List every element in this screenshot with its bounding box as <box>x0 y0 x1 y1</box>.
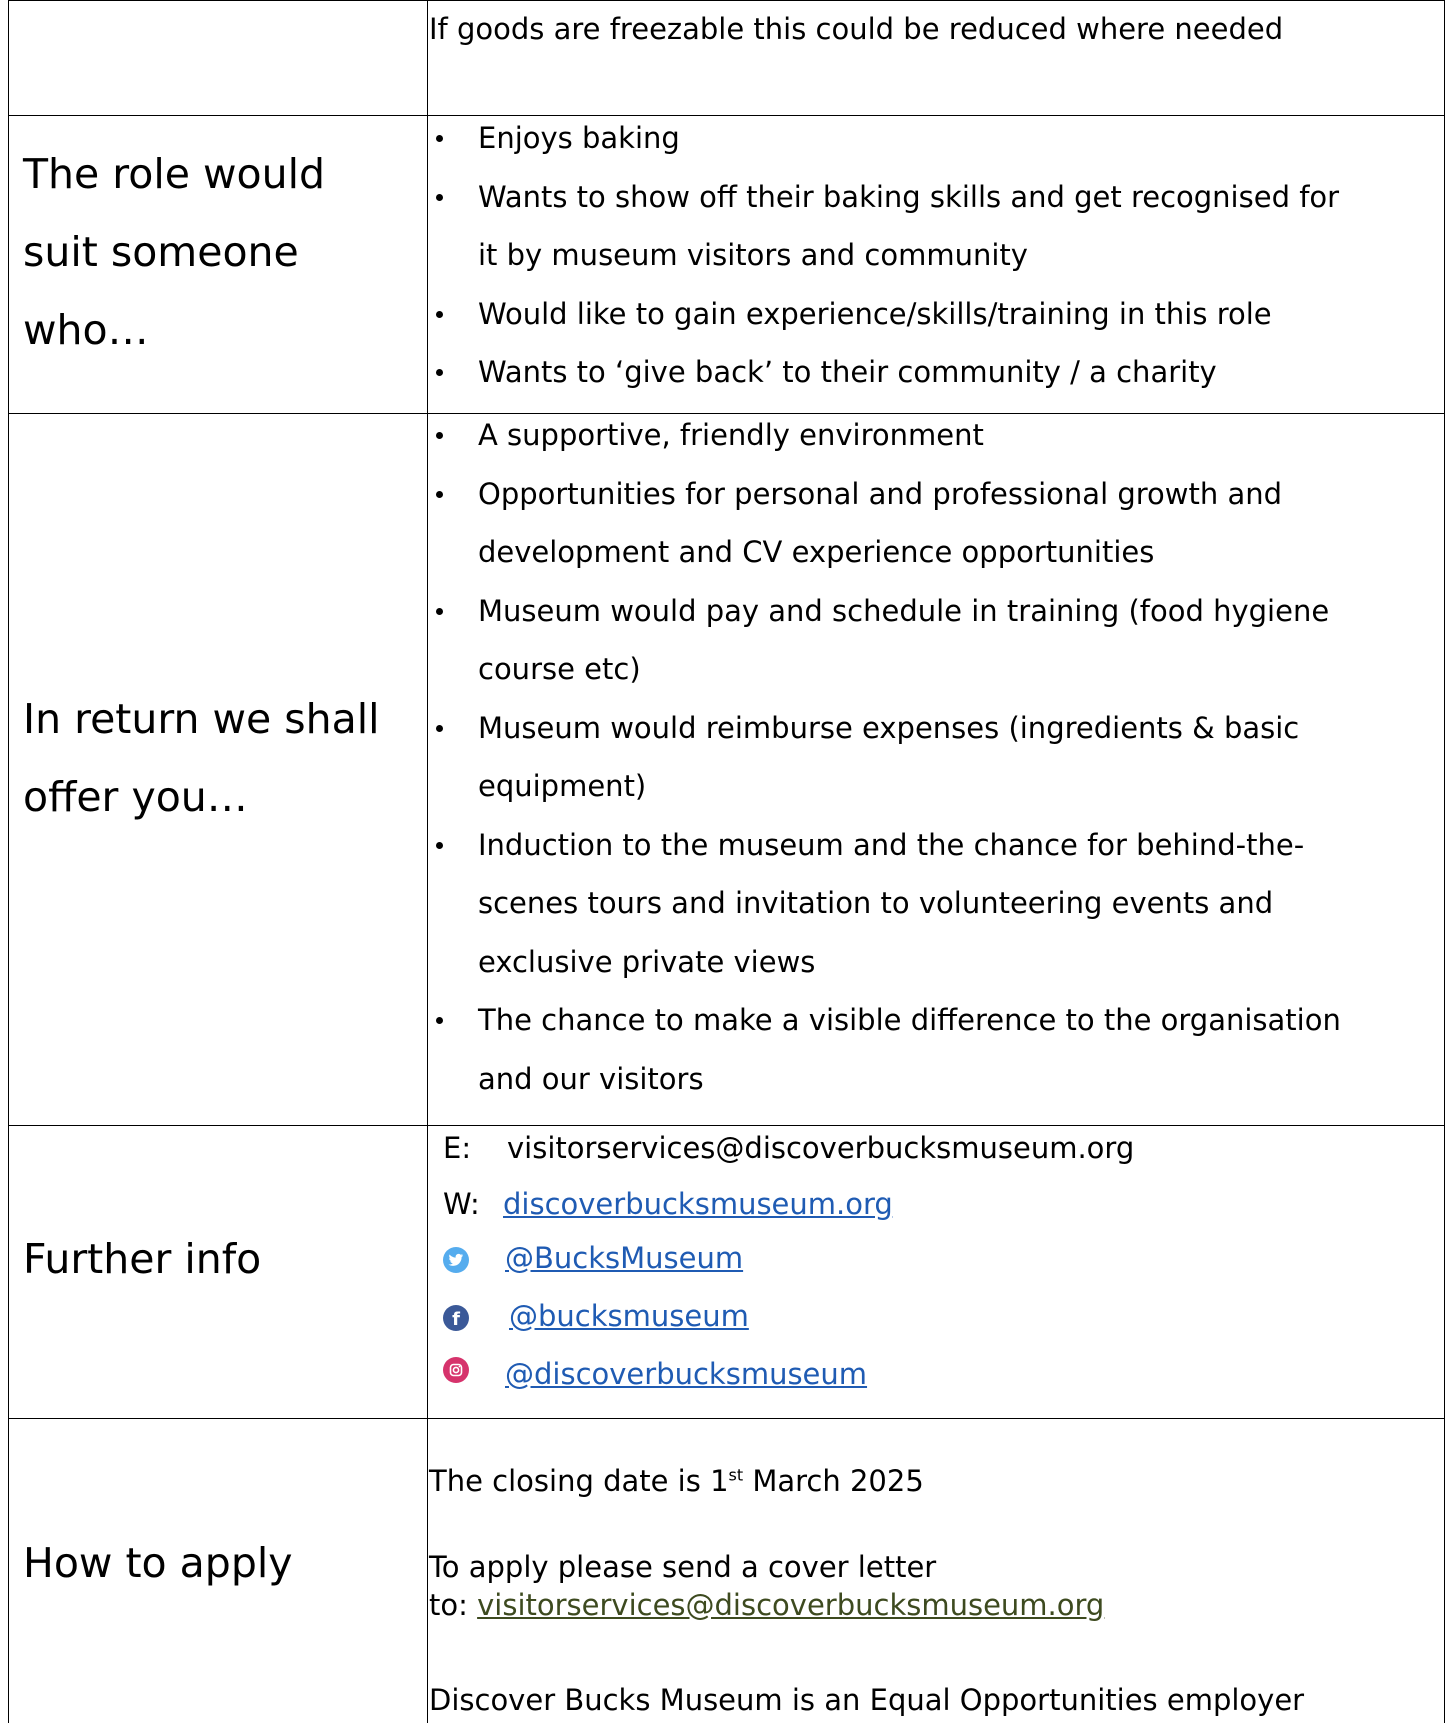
bullet-text: course etc) <box>478 652 641 686</box>
apply-label: How to apply <box>23 1539 293 1587</box>
suit-label-line: The role would <box>23 150 325 198</box>
suit-bullet: Wants to ‘give back’ to their community … <box>433 343 1339 402</box>
offer-bullet: Museum would reimburse expenses (ingredi… <box>433 699 1341 816</box>
info-label: Further info <box>23 1235 262 1283</box>
bullet-text: Wants to show off their baking skills an… <box>478 179 1340 214</box>
offer-label-line: In return we shall <box>23 695 380 743</box>
bullet-text: Enjoys baking <box>478 121 680 155</box>
bullet-text: exclusive private views <box>478 944 816 979</box>
offer-bullet: Induction to the museum and the chance f… <box>433 816 1341 992</box>
suit-bullet-list: Enjoys baking Wants to show off their ba… <box>433 109 1339 402</box>
apply-instruction: To apply please send a cover letter to: … <box>429 1548 1104 1624</box>
apply-line-2: to: visitorservices@discoverbucksmuseum.… <box>429 1586 1104 1624</box>
offer-label-line: offer you… <box>23 773 248 821</box>
facebook-line: @bucksmuseum <box>509 1294 749 1338</box>
twitter-handle-link[interactable]: @BucksMuseum <box>505 1241 743 1275</box>
volunteer-role-table: If goods are freezable this could be red… <box>8 0 1445 1723</box>
bullet-text: Would like to gain experience/skills/tra… <box>478 296 1272 331</box>
bullet-text: equipment) <box>478 769 647 803</box>
facebook-icon: f <box>443 1305 469 1331</box>
equal-opportunities-statement: Discover Bucks Museum is an Equal Opport… <box>429 1683 1305 1717</box>
bullet-text: it by museum visitors and community <box>478 238 1028 272</box>
web-key: W: <box>443 1187 480 1221</box>
apply-line-1: To apply please send a cover letter <box>429 1550 937 1584</box>
suit-bullet: Enjoys baking <box>433 109 1339 168</box>
suit-bullet: Wants to show off their baking skills an… <box>433 168 1339 285</box>
suit-bullet: Would like to gain experience/skills/tra… <box>433 285 1339 344</box>
bullet-text: The chance to make a visible difference … <box>478 1003 1341 1037</box>
bullet-text: scenes tours and invitation to volunteer… <box>478 886 1274 920</box>
closing-prefix: The closing date is 1 <box>429 1464 729 1498</box>
bullet-text: development and CV experience opportunit… <box>478 535 1155 569</box>
instagram-line: @discoverbucksmuseum <box>505 1352 867 1396</box>
offer-bullet: A supportive, friendly environment <box>433 406 1341 465</box>
closing-suffix: March 2025 <box>743 1464 924 1498</box>
instagram-handle-link[interactable]: @discoverbucksmuseum <box>505 1357 867 1391</box>
twitter-line: @BucksMuseum <box>505 1236 743 1280</box>
facebook-glyph: f <box>452 1308 460 1330</box>
website-link[interactable]: discoverbucksmuseum.org <box>503 1187 893 1221</box>
offer-bullet: Museum would pay and schedule in trainin… <box>433 582 1341 699</box>
facebook-handle-link[interactable]: @bucksmuseum <box>509 1299 749 1333</box>
bullet-text: Wants to ‘give back’ to their community … <box>478 355 1217 389</box>
bullet-text: Museum would pay and schedule in trainin… <box>478 593 1330 628</box>
suit-label: The role would suit someone who… <box>23 135 325 369</box>
apply-email-link[interactable]: visitorservices@discoverbucksmuseum.org <box>477 1588 1104 1622</box>
freezable-note: If goods are freezable this could be red… <box>429 12 1284 46</box>
apply-to-label: to: <box>429 1588 478 1622</box>
offer-bullet: Opportunities for personal and professio… <box>433 465 1341 582</box>
bullet-text: Museum would reimburse expenses (ingredi… <box>478 710 1300 745</box>
bullet-text: and our visitors <box>478 1061 704 1096</box>
suit-label-line: suit someone <box>23 228 299 276</box>
instagram-icon <box>443 1357 469 1383</box>
bullet-text: A supportive, friendly environment <box>478 418 984 452</box>
twitter-icon <box>443 1247 469 1273</box>
email-line: E: visitorservices@discoverbucksmuseum.or… <box>443 1126 1134 1170</box>
email-address: visitorservices@discoverbucksmuseum.org <box>507 1131 1135 1165</box>
suit-label-line: who… <box>23 306 149 354</box>
closing-superscript: st <box>728 1465 744 1485</box>
offer-label: In return we shall offer you… <box>23 680 380 836</box>
bullet-text: Induction to the museum and the chance f… <box>478 827 1305 862</box>
offer-bullet-list: A supportive, friendly environment Oppor… <box>433 406 1341 1108</box>
email-key: E: <box>443 1131 472 1165</box>
closing-date: The closing date is 1st March 2025 <box>429 1452 924 1510</box>
bullet-text: Opportunities for personal and professio… <box>478 476 1283 511</box>
web-line: W: discoverbucksmuseum.org <box>443 1182 893 1226</box>
offer-bullet: The chance to make a visible difference … <box>433 991 1341 1108</box>
